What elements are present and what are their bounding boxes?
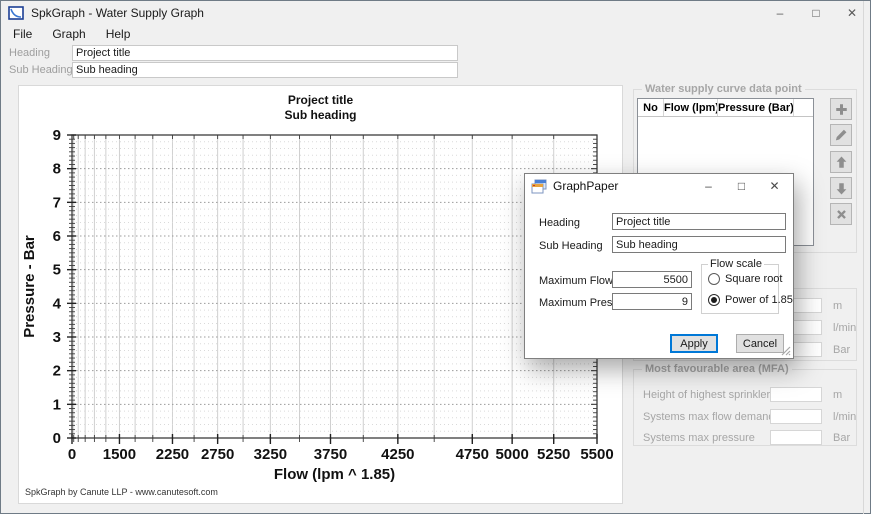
menu-bar: File Graph Help — [1, 25, 870, 44]
mfa-label-2: Systems max flow demand — [643, 411, 774, 423]
svg-text:6: 6 — [53, 228, 61, 245]
svg-text:7: 7 — [53, 194, 61, 211]
svg-text:5: 5 — [53, 262, 61, 279]
apply-button[interactable]: Apply — [670, 334, 718, 353]
svg-text:5250: 5250 — [537, 446, 570, 463]
data-points-group-title: Water supply curve data point — [642, 83, 805, 95]
menu-help[interactable]: Help — [96, 25, 141, 44]
dialog-minimize-icon[interactable]: – — [692, 174, 725, 197]
power-185-label: Power of 1.85 — [725, 294, 793, 306]
delete-point-button[interactable] — [830, 203, 852, 225]
radio-icon[interactable] — [708, 273, 720, 285]
cross-icon — [834, 207, 849, 222]
minimize-icon[interactable]: – — [762, 1, 798, 25]
data-points-table-header: No Flow (lpm) Pressure (Bar) — [638, 99, 813, 117]
dialog-maxflow-input[interactable] — [612, 271, 692, 288]
mfa-group: Most favourable area (MFA) Height of hig… — [633, 369, 857, 446]
subheading-label: Sub Heading — [9, 64, 73, 76]
mua-unit-3: Bar — [833, 344, 850, 356]
flow-scale-title: Flow scale — [708, 258, 764, 270]
app-window: SpkGraph - Water Supply Graph – □ ✕ File… — [0, 0, 871, 514]
mfa-input-2[interactable] — [770, 409, 822, 424]
svg-text:0: 0 — [53, 430, 61, 447]
power-185-option[interactable]: Power of 1.85 — [708, 294, 793, 306]
maximize-icon[interactable]: □ — [798, 1, 834, 25]
mfa-label-3: Systems max pressure — [643, 432, 755, 444]
radio-icon[interactable] — [708, 294, 720, 306]
column-no: No — [638, 99, 664, 116]
menu-graph[interactable]: Graph — [42, 25, 95, 44]
move-up-button[interactable] — [830, 151, 852, 173]
svg-text:3750: 3750 — [314, 446, 347, 463]
chart-title-block: Project title Sub heading — [19, 93, 622, 123]
svg-text:Flow (lpm ^ 1.85): Flow (lpm ^ 1.85) — [274, 466, 395, 483]
mfa-input-1[interactable] — [770, 387, 822, 402]
app-icon — [8, 5, 24, 21]
dialog-maxflow-label: Maximum Flow — [539, 275, 613, 287]
mfa-group-title: Most favourable area (MFA) — [642, 363, 792, 375]
titlebar: SpkGraph - Water Supply Graph – □ ✕ — [1, 1, 870, 25]
svg-text:2750: 2750 — [201, 446, 234, 463]
dialog-subheading-label: Sub Heading — [539, 240, 603, 252]
column-extra — [794, 99, 813, 116]
graphpaper-dialog: GraphPaper – □ ✕ Heading Sub Heading Max… — [524, 173, 794, 359]
form-icon — [531, 178, 547, 194]
dialog-maxpressure-input[interactable] — [612, 293, 692, 310]
svg-text:3: 3 — [53, 329, 61, 346]
column-flow: Flow (lpm) — [664, 99, 718, 116]
mfa-unit-1: m — [833, 389, 842, 401]
menu-file[interactable]: File — [3, 25, 42, 44]
svg-text:4250: 4250 — [381, 446, 414, 463]
svg-text:4: 4 — [53, 295, 62, 312]
edit-point-button[interactable] — [830, 124, 852, 146]
svg-text:2250: 2250 — [156, 446, 189, 463]
svg-text:3250: 3250 — [254, 446, 287, 463]
resize-grip[interactable] — [781, 346, 791, 356]
mfa-unit-2: l/min — [833, 411, 856, 423]
arrow-down-icon — [834, 181, 849, 196]
add-point-button[interactable] — [830, 98, 852, 120]
svg-text:2: 2 — [53, 363, 61, 380]
pencil-icon — [834, 128, 849, 143]
svg-text:5000: 5000 — [495, 446, 528, 463]
plus-icon — [834, 102, 849, 117]
heading-label: Heading — [9, 47, 50, 59]
chart-title: Project title — [19, 93, 622, 108]
mfa-label-1: Height of highest sprinkler — [643, 389, 770, 401]
close-icon[interactable]: ✕ — [834, 1, 870, 25]
svg-text:8: 8 — [53, 161, 61, 178]
square-root-option[interactable]: Square root — [708, 273, 782, 285]
svg-text:4750: 4750 — [456, 446, 489, 463]
square-root-label: Square root — [725, 273, 782, 285]
subheading-input[interactable] — [72, 62, 458, 78]
credit-text: SpkGraph by Canute LLP - www.canutesoft.… — [25, 487, 218, 497]
cancel-button[interactable]: Cancel — [736, 334, 784, 353]
dialog-title: GraphPaper — [553, 179, 618, 193]
svg-text:0: 0 — [68, 446, 76, 463]
dialog-heading-label: Heading — [539, 217, 580, 229]
heading-input[interactable] — [72, 45, 458, 61]
column-pressure: Pressure (Bar) — [718, 99, 794, 116]
window-title: SpkGraph - Water Supply Graph — [31, 6, 204, 20]
mfa-input-3[interactable] — [770, 430, 822, 445]
dialog-titlebar: GraphPaper – □ ✕ — [525, 174, 793, 197]
chart-subtitle: Sub heading — [19, 108, 622, 123]
mfa-unit-3: Bar — [833, 432, 850, 444]
dialog-heading-input[interactable] — [612, 213, 786, 230]
mua-unit-2: l/min — [833, 322, 856, 334]
svg-text:5500: 5500 — [580, 446, 613, 463]
svg-text:Pressure - Bar: Pressure - Bar — [21, 235, 38, 338]
mua-unit-1: m — [833, 300, 842, 312]
dialog-maximize-icon[interactable]: □ — [725, 174, 758, 197]
arrow-up-icon — [834, 155, 849, 170]
dialog-subheading-input[interactable] — [612, 236, 786, 253]
svg-text:9: 9 — [53, 127, 61, 144]
flow-scale-group: Flow scale Square root Power of 1.85 — [701, 264, 779, 314]
svg-text:1: 1 — [53, 396, 61, 413]
move-down-button[interactable] — [830, 177, 852, 199]
panel-separator — [863, 1, 864, 514]
svg-text:1500: 1500 — [103, 446, 136, 463]
dialog-close-icon[interactable]: ✕ — [758, 174, 791, 197]
